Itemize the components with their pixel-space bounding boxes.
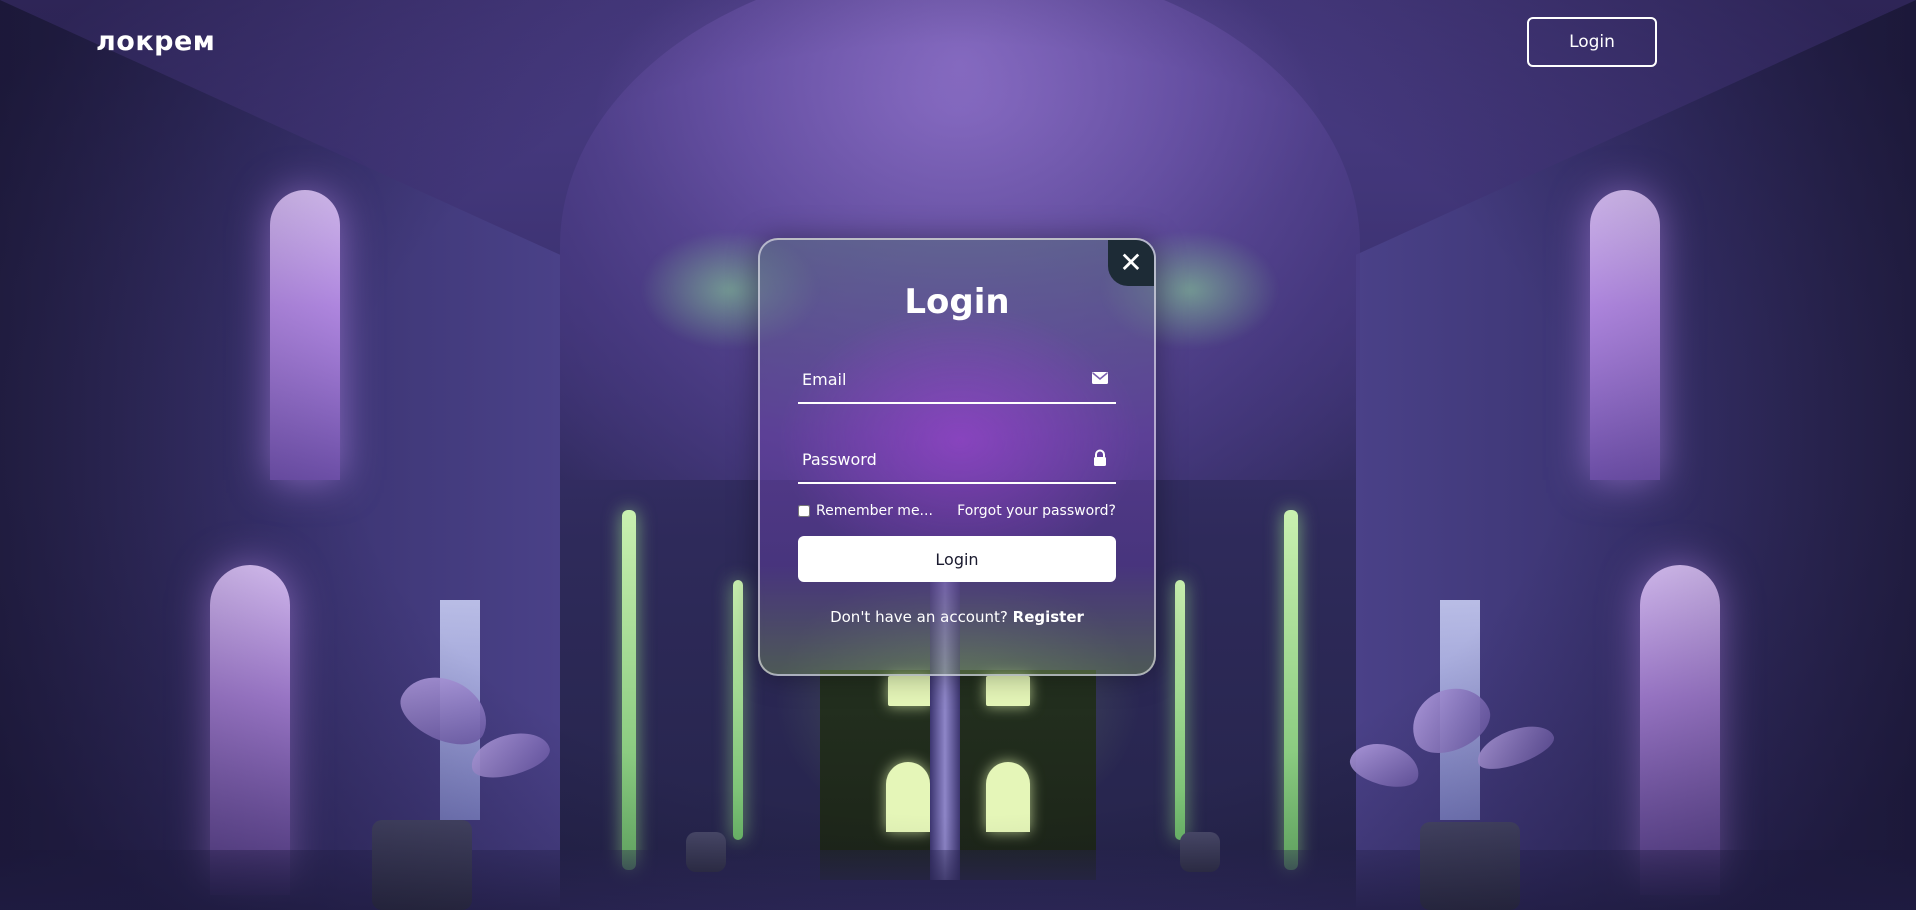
forgot-password-link[interactable]: Forgot your password? xyxy=(957,503,1116,519)
close-button[interactable]: ✕ xyxy=(1108,240,1154,286)
remember-checkbox[interactable] xyxy=(798,505,810,517)
remember-label: Remember me... xyxy=(816,503,933,519)
register-prompt: Don't have an account? xyxy=(830,608,1008,626)
close-icon: ✕ xyxy=(1119,246,1143,279)
remember-me[interactable]: Remember me... xyxy=(798,503,933,519)
modal-title: Login xyxy=(904,282,1010,322)
mail-icon xyxy=(1092,372,1108,384)
email-field-wrapper xyxy=(798,356,1116,404)
password-field[interactable] xyxy=(798,436,1078,482)
email-field[interactable] xyxy=(798,356,1078,402)
login-submit-button[interactable]: Login xyxy=(798,536,1116,582)
remember-row: Remember me... Forgot your password? xyxy=(798,500,1116,522)
lock-icon xyxy=(1094,449,1106,466)
register-link[interactable]: Register xyxy=(1013,608,1084,626)
password-field-wrapper xyxy=(798,436,1116,484)
header-login-button[interactable]: Login xyxy=(1527,17,1657,67)
site-logo[interactable]: локрем xyxy=(96,26,215,57)
register-row: Don't have an account? Register xyxy=(758,608,1156,626)
